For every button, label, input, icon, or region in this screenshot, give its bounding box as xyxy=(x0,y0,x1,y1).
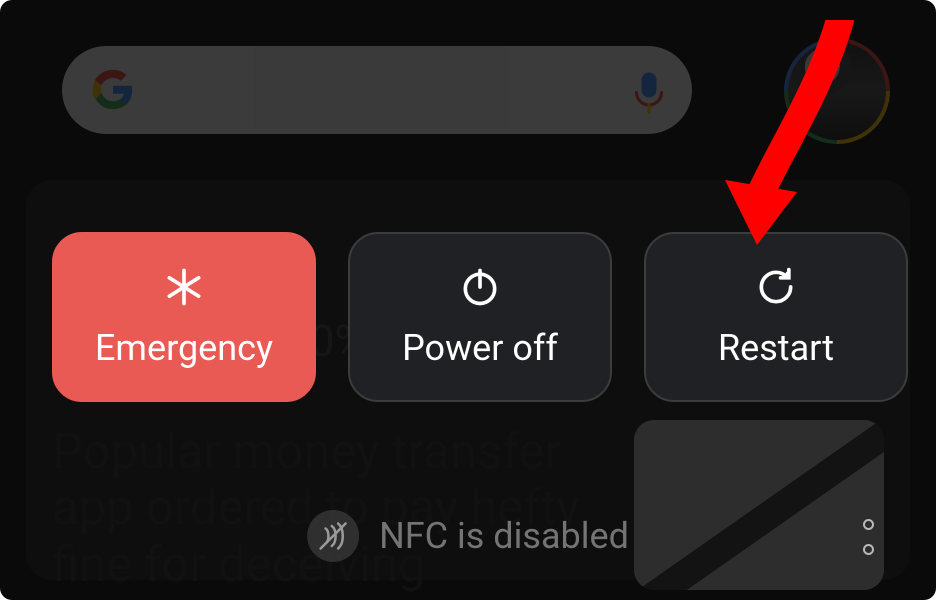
more-options-icon[interactable] xyxy=(863,519,874,555)
asterisk-icon xyxy=(162,265,206,309)
nfc-toast-text: NFC is disabled xyxy=(379,515,629,557)
google-logo-icon xyxy=(90,67,136,113)
annotation-arrow xyxy=(725,20,855,245)
profile-avatar xyxy=(784,38,890,144)
android-power-menu-screen: 30% Popular money transfer app ordered t… xyxy=(0,0,936,600)
emergency-button[interactable]: Emergency xyxy=(52,232,316,402)
nfc-disabled-icon xyxy=(307,510,359,562)
microphone-icon xyxy=(634,70,664,110)
restart-icon xyxy=(754,265,798,309)
nfc-disabled-toast: NFC is disabled xyxy=(307,510,629,562)
power-off-button[interactable]: Power off xyxy=(348,232,612,402)
restart-label: Restart xyxy=(718,327,834,369)
power-menu: Emergency Power off Restart xyxy=(52,232,908,402)
restart-button[interactable]: Restart xyxy=(644,232,908,402)
emergency-label: Emergency xyxy=(95,327,273,369)
power-off-label: Power off xyxy=(402,327,558,369)
news-thumbnail xyxy=(634,420,884,590)
news-headline: Popular money transfer app ordered to pa… xyxy=(52,424,592,593)
power-icon xyxy=(458,265,502,309)
google-search-bar xyxy=(62,46,692,134)
